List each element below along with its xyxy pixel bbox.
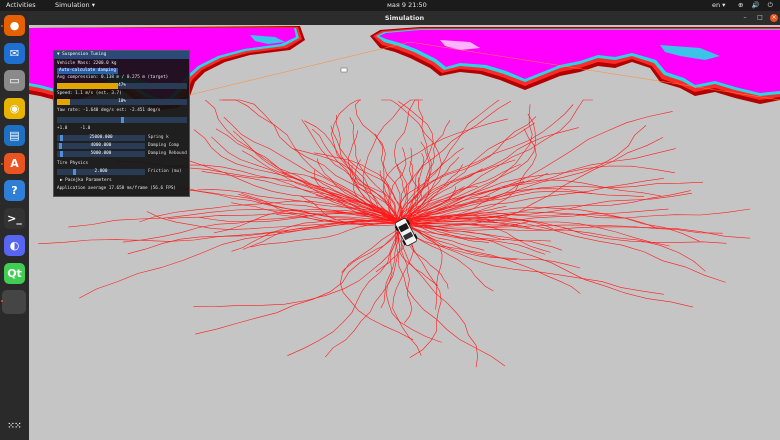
speed-progress-bar: 10% <box>57 99 187 105</box>
trajectory-path <box>193 221 399 307</box>
activities-button[interactable]: Activities <box>6 0 36 11</box>
window-titlebar: Simulation – □ × <box>29 11 780 25</box>
thunderbird-icon[interactable]: ✉ <box>4 42 25 64</box>
language-selector[interactable]: en ▾ <box>712 0 725 11</box>
trajectory-path <box>398 178 664 225</box>
help-icon[interactable]: ? <box>4 180 25 201</box>
trajectory-path <box>304 120 400 223</box>
yaw-right-label: -1.0 <box>79 126 91 131</box>
trajectory-path <box>402 223 581 269</box>
damping-comp-value: 4000.000 <box>90 143 112 148</box>
friction-value: 2.000 <box>94 169 108 174</box>
terrain-right <box>370 27 780 104</box>
damping-comp-label: Damping Comp <box>148 143 180 148</box>
spring-k-value: 25000.000 <box>89 135 113 140</box>
avg-compression-text: Avg compression: 0.138 m / 0.275 m (targ… <box>57 75 169 80</box>
friction-label: Friction (mu) <box>148 169 182 174</box>
trajectory-path <box>222 99 404 225</box>
files-icon[interactable]: ▭ <box>4 70 25 91</box>
terminal-icon[interactable]: >_ <box>4 207 25 229</box>
auto-calculate-damping-button[interactable]: Auto-calculate damping <box>57 68 118 74</box>
yaw-rate-slider[interactable] <box>57 117 187 123</box>
running-indicator <box>1 162 3 165</box>
qtcreator-icon[interactable]: Qt <box>4 262 25 284</box>
pacejka-parameters-node[interactable]: ▶ Pacejka Parameters <box>60 178 186 184</box>
damping-rebound-label: Damping Rebound <box>148 151 187 156</box>
trajectory-path <box>402 122 535 225</box>
damping-comp-slider[interactable]: 4000.000 <box>57 143 145 149</box>
trajectory-path <box>383 118 508 220</box>
simulation-icon[interactable] <box>2 290 26 314</box>
compression-progress-label: 47% <box>118 83 126 88</box>
trajectory-path <box>325 223 400 358</box>
writer-icon[interactable]: ▤ <box>4 125 25 146</box>
tire-physics-heading: Tire Physics <box>57 161 89 166</box>
discord-icon[interactable]: ◐ <box>4 235 25 256</box>
software-icon[interactable]: A <box>4 152 25 174</box>
running-indicator <box>1 25 3 27</box>
yaw-left-label: +1.0 <box>57 126 68 131</box>
yaw-rate-text: Yaw rate: -1.640 deg/s est: -2.451 deg/s <box>57 108 161 113</box>
damping-rebound-value: 5000.000 <box>90 151 112 156</box>
running-indicator <box>1 300 3 302</box>
trajectory-path <box>400 120 451 221</box>
spring-k-slider[interactable]: 25000.000 <box>57 135 145 141</box>
clock[interactable]: мая 9 21:50 <box>387 0 427 11</box>
distant-vehicle <box>340 67 348 73</box>
show-applications-icon[interactable]: ⁙⁙ <box>4 415 25 436</box>
speed-progress-label: 10% <box>118 99 126 104</box>
suspension-tuning-panel: ▼ Suspension Tuning Vehicle Mass: 2200.0… <box>53 50 190 197</box>
maximize-icon[interactable]: □ <box>756 14 764 22</box>
trajectory-path <box>403 219 664 295</box>
rhythmbox-icon[interactable]: ◉ <box>4 97 25 119</box>
spring-k-label: Spring k <box>148 135 169 140</box>
app-menu[interactable]: Simulation ▾ <box>55 0 95 11</box>
yaw-rate-slider-grab[interactable] <box>120 117 124 123</box>
firefox-icon[interactable]: ● <box>4 15 25 36</box>
trajectory-path <box>341 223 404 273</box>
vehicle-mass-text: Vehicle Mass: 2200.0 kg <box>57 61 117 66</box>
compression-progress-bar: 47% <box>57 83 187 89</box>
trajectory-path <box>219 99 402 223</box>
top-bar: Activities Simulation ▾ мая 9 21:50 en ▾… <box>0 0 780 20</box>
window-title: Simulation <box>384 14 425 22</box>
damping-rebound-slider[interactable]: 5000.000 <box>57 151 145 157</box>
trajectory-path <box>250 220 402 248</box>
speed-text: Speed: 1.1 m/s (est. 3.7) <box>57 91 122 96</box>
trajectory-path <box>287 220 400 356</box>
close-icon[interactable]: × <box>770 14 778 22</box>
dock: ● ✉ ▭ ◉ ▤ A? >_ ◐ Qt ⁙⁙ <box>0 11 29 440</box>
minimize-icon[interactable]: – <box>741 14 749 22</box>
trajectory-path <box>79 219 399 299</box>
panel-header[interactable]: ▼ Suspension Tuning <box>54 51 189 59</box>
trajectory-path <box>340 222 414 341</box>
fps-text: Application average 17.658 ms/frame (56.… <box>57 186 176 191</box>
friction-slider[interactable]: 2.000 <box>57 169 145 175</box>
